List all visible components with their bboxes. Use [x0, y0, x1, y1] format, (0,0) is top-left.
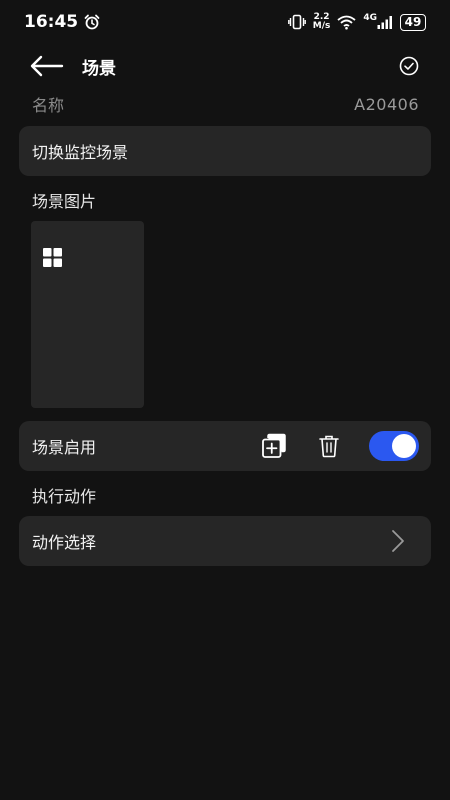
network-speed: 2.2 M/s [313, 13, 331, 31]
back-arrow-icon[interactable] [28, 53, 64, 79]
page-title: 场景 [82, 59, 116, 79]
check-circle-icon[interactable] [398, 55, 420, 77]
scene-name-text: 切换监控场景 [32, 143, 129, 162]
scene-enable-toggle[interactable] [369, 431, 419, 461]
name-row: 名称 A20406 [32, 92, 419, 116]
status-time: 16:45 [24, 12, 79, 32]
network-type: 4G [363, 13, 377, 23]
name-value: A20406 [354, 94, 419, 114]
status-bar: 16:45 2.2 M/s 4G 49 [0, 0, 450, 44]
vibrate-icon [287, 14, 306, 30]
copy-add-icon[interactable] [261, 433, 287, 459]
scene-enable-label: 场景启用 [32, 438, 97, 457]
scene-name-field[interactable]: 切换监控场景 [19, 126, 431, 176]
wifi-icon [337, 15, 356, 29]
trash-icon[interactable] [318, 434, 340, 458]
status-right: 2.2 M/s 4G 49 [287, 13, 426, 31]
action-section-label: 执行动作 [32, 487, 97, 506]
top-bar: 场景 [0, 44, 450, 88]
status-left: 16:45 [24, 12, 100, 32]
alarm-icon [84, 14, 100, 30]
scene-image-label: 场景图片 [32, 192, 97, 211]
battery-level: 49 [404, 15, 422, 29]
action-select-label: 动作选择 [32, 533, 97, 552]
toggle-knob [392, 434, 416, 458]
grid-icon [43, 248, 62, 267]
scene-image-tile[interactable] [31, 221, 144, 408]
signal-icon [377, 15, 392, 29]
scene-enable-actions [261, 421, 419, 471]
battery-indicator: 49 [400, 13, 426, 31]
name-label: 名称 [32, 96, 65, 115]
network-speed-unit: M/s [312, 21, 331, 31]
chevron-right-icon [392, 530, 404, 552]
action-select-row[interactable]: 动作选择 [19, 516, 431, 566]
scene-enable-row: 场景启用 [19, 421, 431, 471]
